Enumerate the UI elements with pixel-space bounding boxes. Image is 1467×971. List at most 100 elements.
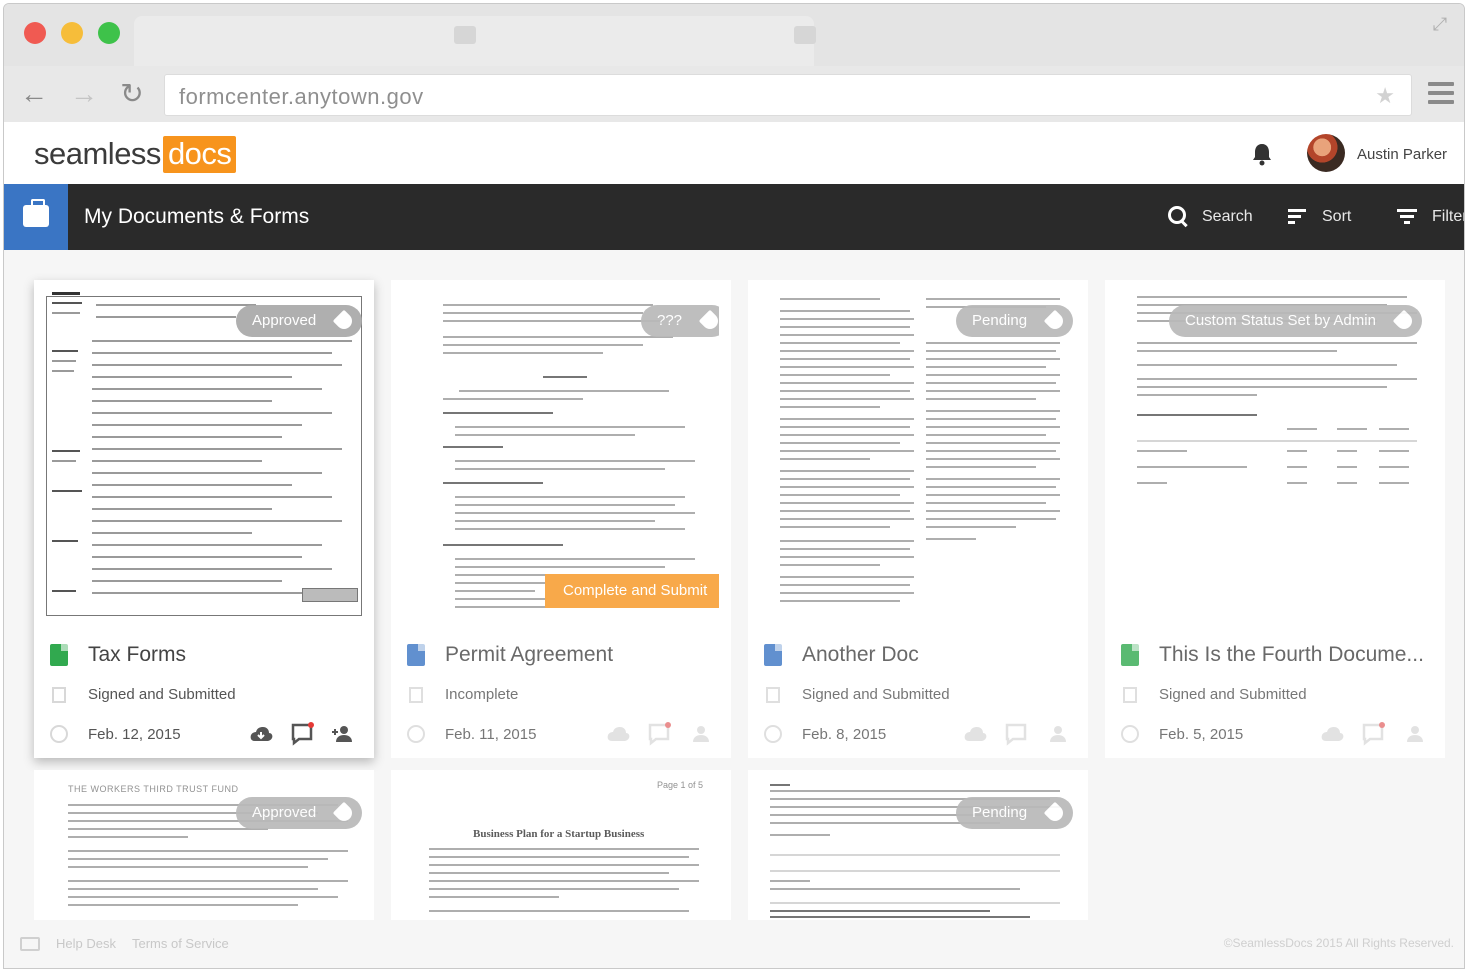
browser-toolbar: ← → ↻ formcenter.anytown.gov ★ (4, 66, 1464, 122)
status-badge: Pending (956, 305, 1074, 337)
cloud-download-icon[interactable] (962, 722, 988, 746)
document-thumbnail[interactable]: Pending (760, 290, 1076, 620)
filter-icon (1396, 205, 1420, 229)
app-header: seamless docs Austin Parker (4, 122, 1464, 184)
cloud-download-icon[interactable] (248, 722, 274, 746)
status-badge: ??? (641, 305, 719, 337)
filter-button[interactable]: Filter (1396, 204, 1465, 230)
card-meta: Tax Forms Signed and Submitted Feb. 12, … (34, 630, 374, 750)
document-status: Signed and Submitted (88, 686, 236, 703)
status-badge: Approved (236, 305, 362, 337)
filter-label: Filter (1432, 208, 1465, 225)
status-badge: Approved (236, 797, 362, 829)
help-desk-link[interactable]: Help Desk (56, 936, 116, 951)
card-meta: This Is the Fourth Docume... Signed and … (1105, 630, 1445, 750)
search-label: Search (1202, 208, 1253, 225)
minimize-window-button[interactable] (61, 22, 83, 44)
card-meta: Another Doc Signed and Submitted Feb. 8,… (748, 630, 1088, 750)
document-title[interactable]: Another Doc (802, 643, 919, 667)
document-status: Incomplete (445, 686, 519, 703)
close-window-button[interactable] (24, 22, 46, 44)
clock-icon (764, 725, 782, 743)
fullscreen-icon[interactable]: ⤢ (1430, 14, 1450, 34)
document-date: Feb. 5, 2015 (1159, 726, 1244, 743)
document-card[interactable]: THE WORKERS THIRD TRUST FUND Approved (34, 770, 374, 920)
logo-main-text: seamless (34, 136, 161, 171)
documents-grid: Approved Tax Forms Signed and Submitted … (4, 250, 1464, 940)
document-status: Signed and Submitted (802, 686, 950, 703)
document-card[interactable]: ??? Complete and Submit Permit Agreement… (391, 280, 731, 758)
document-card[interactable]: Custom Status Set by Admin This Is the F… (1105, 280, 1445, 758)
tag-icon (1392, 309, 1416, 333)
reload-icon[interactable]: ↻ (116, 78, 148, 110)
document-icon (1121, 644, 1139, 666)
page-title: My Documents & Forms (84, 205, 310, 228)
document-status: Signed and Submitted (1159, 686, 1307, 703)
user-avatar[interactable] (1307, 134, 1345, 172)
maximize-window-button[interactable] (98, 22, 120, 44)
badge-label: Pending (972, 804, 1028, 821)
tag-icon (1043, 309, 1067, 333)
tag-icon (1043, 801, 1067, 825)
forward-arrow-icon[interactable]: → (68, 78, 100, 110)
search-icon (1166, 205, 1190, 229)
tab-favicon-icon (454, 26, 476, 44)
document-card[interactable]: Approved Tax Forms Signed and Submitted … (34, 280, 374, 758)
status-icon (1123, 687, 1137, 703)
document-title[interactable]: Permit Agreement (445, 643, 613, 667)
seamlessdocs-logo[interactable]: seamless docs (34, 136, 237, 173)
document-title[interactable]: This Is the Fourth Docume... (1159, 643, 1424, 667)
badge-label: ??? (657, 312, 683, 329)
document-title[interactable]: Tax Forms (88, 643, 186, 667)
sort-icon (1286, 205, 1310, 229)
thumbnail-page-number: Page 1 of 5 (657, 780, 704, 790)
back-arrow-icon[interactable]: ← (18, 78, 50, 110)
document-thumbnail[interactable]: THE WORKERS THIRD TRUST FUND Approved (46, 780, 362, 920)
status-badge: Custom Status Set by Admin (1169, 305, 1422, 337)
copyright-text: ©SeamlessDocs 2015 All Rights Reserved. (1223, 936, 1454, 950)
clock-icon (407, 725, 425, 743)
clock-icon (50, 725, 68, 743)
bookmark-star-icon[interactable]: ★ (1375, 83, 1395, 109)
browser-window: ⤢ ← → ↻ formcenter.anytown.gov ★ seamles… (3, 3, 1465, 969)
add-person-icon[interactable] (687, 722, 713, 746)
url-text: formcenter.anytown.gov (179, 84, 424, 109)
add-person-icon[interactable] (330, 722, 356, 746)
sort-button[interactable]: Sort (1286, 204, 1351, 230)
complete-and-submit-button[interactable]: Complete and Submit (545, 574, 719, 608)
cloud-download-icon[interactable] (605, 722, 631, 746)
address-bar[interactable]: formcenter.anytown.gov ★ (164, 74, 1412, 116)
comment-icon[interactable] (647, 722, 673, 746)
document-icon (764, 644, 782, 666)
comment-icon[interactable] (1361, 722, 1387, 746)
browser-menu-icon[interactable] (1428, 82, 1454, 106)
document-thumbnail[interactable]: Pending (760, 780, 1076, 920)
documents-nav-button[interactable] (4, 184, 68, 250)
briefcase-icon (23, 199, 49, 227)
comment-icon[interactable] (1004, 722, 1030, 746)
document-card[interactable]: Page 1 of 5 Business Plan for a Startup … (391, 770, 731, 920)
search-button[interactable]: Search (1166, 204, 1253, 230)
add-person-icon[interactable] (1401, 722, 1427, 746)
cloud-download-icon[interactable] (1319, 722, 1345, 746)
document-date: Feb. 12, 2015 (88, 726, 181, 743)
tag-icon (332, 309, 356, 333)
status-icon (409, 687, 423, 703)
document-thumbnail[interactable]: ??? Complete and Submit (403, 290, 719, 620)
notification-bell-icon[interactable] (1251, 142, 1273, 166)
browser-titlebar: ⤢ (4, 4, 1464, 66)
document-icon (407, 644, 425, 666)
document-card[interactable]: Pending (748, 770, 1088, 920)
tag-icon (698, 309, 719, 333)
comment-icon[interactable] (290, 722, 316, 746)
terms-of-service-link[interactable]: Terms of Service (132, 936, 229, 951)
document-thumbnail[interactable]: Approved (46, 290, 362, 620)
tab-close-icon[interactable] (794, 26, 816, 44)
add-person-icon[interactable] (1044, 722, 1070, 746)
document-card[interactable]: Pending Another Doc Signed and Submitted… (748, 280, 1088, 758)
card-meta: Permit Agreement Incomplete Feb. 11, 201… (391, 630, 731, 750)
document-thumbnail[interactable]: Page 1 of 5 Business Plan for a Startup … (403, 780, 719, 920)
user-name[interactable]: Austin Parker (1357, 146, 1447, 163)
document-thumbnail[interactable]: Custom Status Set by Admin (1117, 290, 1433, 620)
page-footer: Help Desk Terms of Service ©SeamlessDocs… (4, 924, 1464, 968)
